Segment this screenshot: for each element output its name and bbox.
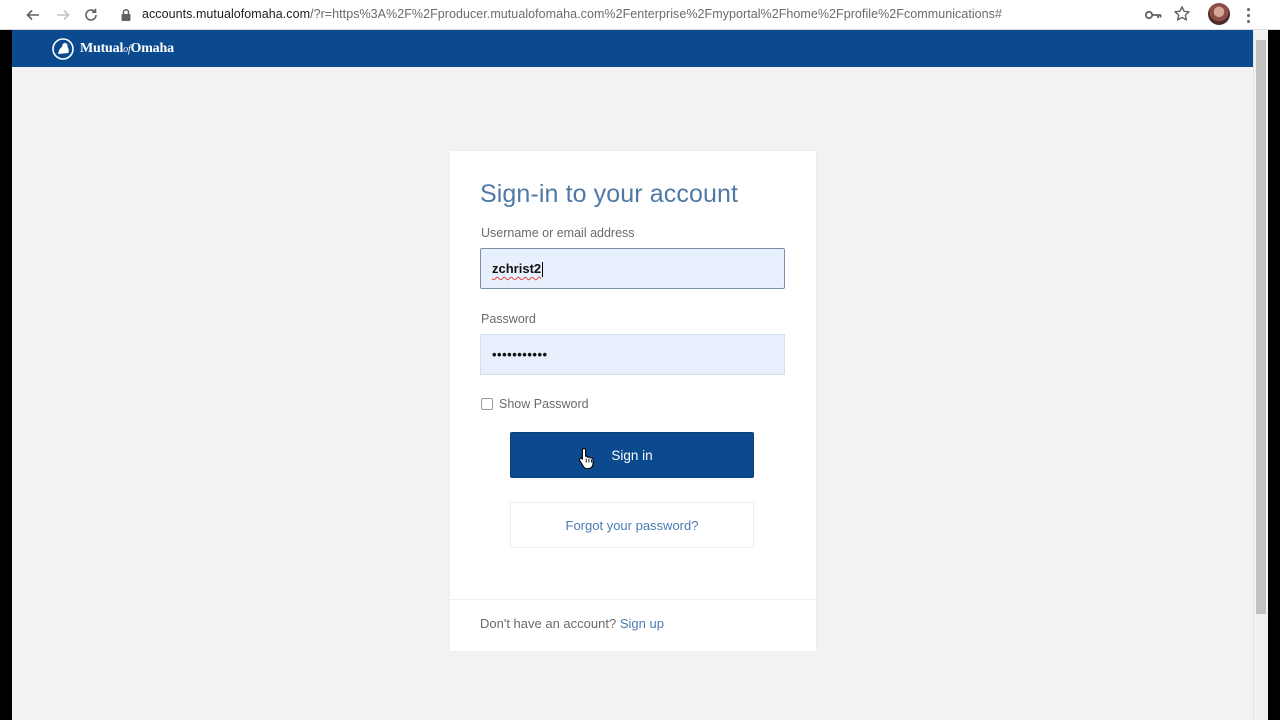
signup-prompt: Don't have an account? [480,616,617,631]
show-password-label[interactable]: Show Password [499,397,589,411]
password-value: ••••••••••• [492,347,548,362]
screen: accounts.mutualofomaha.com/?r=https%3A%2… [0,0,1280,720]
card-footer: Don't have an account? Sign up [450,599,816,651]
url-path: /?r=https%3A%2F%2Fproducer.mutualofomaha… [310,7,1002,21]
forward-arrow-icon[interactable] [52,4,74,26]
sign-up-link[interactable]: Sign up [620,616,664,631]
password-input[interactable]: ••••••••••• [480,334,785,375]
sign-in-button[interactable]: Sign in [510,432,754,478]
kebab-menu-icon[interactable] [1240,5,1256,25]
reload-icon[interactable] [80,4,102,26]
mutual-of-omaha-logo[interactable]: MutualofOmaha [52,38,174,60]
logo-wordmark: MutualofOmaha [80,41,174,56]
web-page: MutualofOmaha Sign-in to your account Us… [12,30,1253,720]
indian-head-logo-icon [52,38,74,60]
username-label: Username or email address [481,226,635,240]
vertical-scrollbar[interactable] [1253,30,1268,720]
scrollbar-thumb[interactable] [1256,40,1266,614]
username-input[interactable]: zchrist2 [480,248,785,289]
show-password-row: Show Password [481,397,589,411]
forgot-password-button[interactable]: Forgot your password? [510,502,754,548]
text-caret [542,262,544,278]
signup-row: Don't have an account? Sign up [480,616,664,631]
sign-in-label: Sign in [611,447,653,463]
page-title: Sign-in to your account [480,180,739,208]
lock-icon [121,8,131,21]
profile-avatar[interactable] [1208,3,1230,25]
browser-toolbar: accounts.mutualofomaha.com/?r=https%3A%2… [0,0,1280,30]
forgot-password-label: Forgot your password? [565,517,699,533]
key-icon[interactable] [1144,7,1162,23]
username-value: zchrist2 [492,261,542,276]
password-label: Password [481,312,536,326]
sign-in-card: Sign-in to your account Username or emai… [450,151,816,651]
show-password-checkbox[interactable] [481,398,493,410]
address-bar[interactable]: accounts.mutualofomaha.com/?r=https%3A%2… [142,7,1002,21]
url-host: accounts.mutualofomaha.com [142,7,311,21]
site-header: MutualofOmaha [12,30,1253,67]
back-arrow-icon[interactable] [22,4,44,26]
star-icon[interactable] [1173,5,1191,23]
